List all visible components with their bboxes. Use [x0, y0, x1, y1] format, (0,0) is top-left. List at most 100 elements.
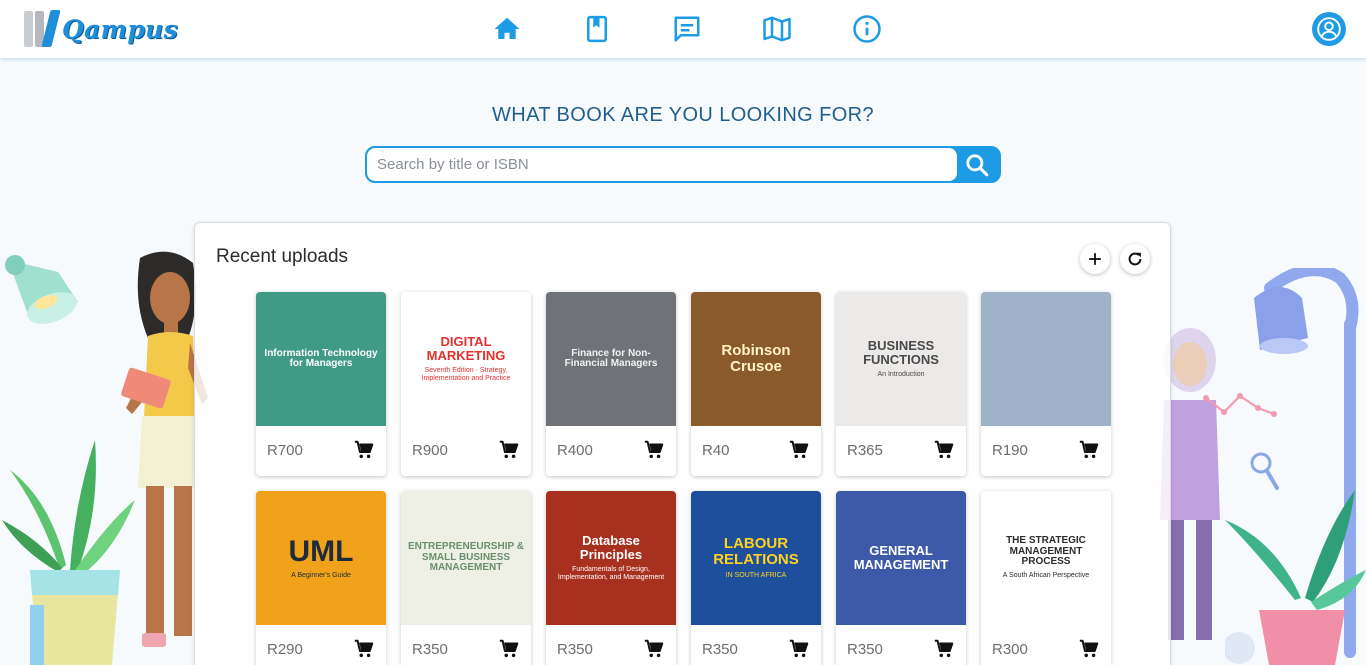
- book-cover-title: UML: [288, 535, 354, 569]
- book-cover-subtitle: A South African Perspective: [1002, 571, 1090, 579]
- book-card-footer: R350: [401, 625, 531, 665]
- add-to-cart-button[interactable]: [1078, 439, 1100, 461]
- book-cover-image[interactable]: GENERAL MANAGEMENT: [836, 491, 966, 625]
- add-to-cart-button[interactable]: [353, 439, 375, 461]
- cart-icon: [934, 639, 954, 658]
- book-cover-title: LABOUR RELATIONS: [713, 535, 799, 568]
- book-card[interactable]: UML A Beginner's Guide R290: [256, 491, 386, 665]
- book-card[interactable]: Finance for Non-Financial Managers R400: [546, 292, 676, 476]
- book-cover-image[interactable]: ENTREPRENEURSHIP & SMALL BUSINESS MANAGE…: [401, 491, 531, 625]
- book-cover-image[interactable]: THE STRATEGIC MANAGEMENT PROCESS A South …: [981, 491, 1111, 625]
- book-price: R400: [557, 442, 593, 459]
- message-icon: [674, 16, 700, 42]
- book-price: R190: [992, 442, 1028, 459]
- book-cover-title: Robinson Crusoe: [721, 342, 791, 375]
- book-card[interactable]: Database Principles Fundamentals of Desig…: [546, 491, 676, 665]
- book-card[interactable]: R190: [981, 292, 1111, 476]
- book-cover-title: BUSINESS FUNCTIONS: [863, 338, 939, 367]
- book-cover-image[interactable]: Finance for Non-Financial Managers: [546, 292, 676, 426]
- plus-icon: [1089, 253, 1101, 265]
- book-card[interactable]: Information Technology for Managers R700: [256, 292, 386, 476]
- profile-button[interactable]: [1312, 12, 1346, 46]
- nav-books-button[interactable]: [580, 12, 614, 46]
- book-cover-image[interactable]: BUSINESS FUNCTIONS An Introduction: [836, 292, 966, 426]
- book-card[interactable]: Robinson Crusoe R40: [691, 292, 821, 476]
- search-heading: WHAT BOOK ARE YOU LOOKING FOR?: [491, 104, 875, 126]
- cart-icon: [789, 440, 809, 459]
- nav-about-button[interactable]: [850, 12, 884, 46]
- book-card-footer: R350: [546, 625, 676, 665]
- book-card[interactable]: DIGITAL MARKETING Seventh Edition · Strat…: [401, 292, 531, 476]
- book-price: R700: [267, 442, 303, 459]
- book-price: R350: [412, 641, 448, 658]
- search-input[interactable]: [367, 148, 957, 181]
- book-price: R350: [557, 641, 593, 658]
- book-cover-image[interactable]: Database Principles Fundamentals of Desig…: [546, 491, 676, 625]
- bookmark-book-icon: [587, 15, 607, 43]
- book-cover-subtitle: An Introduction: [877, 370, 925, 378]
- book-cover-image[interactable]: Robinson Crusoe: [691, 292, 821, 426]
- cart-icon: [354, 639, 374, 658]
- book-cover-title: Information Technology for Managers: [264, 347, 378, 369]
- info-icon: [853, 15, 881, 43]
- book-cover-image[interactable]: UML A Beginner's Guide: [256, 491, 386, 625]
- cart-icon: [1079, 440, 1099, 459]
- nav-messages-button[interactable]: [670, 12, 704, 46]
- book-card[interactable]: THE STRATEGIC MANAGEMENT PROCESS A South …: [981, 491, 1111, 665]
- book-price: R365: [847, 442, 883, 459]
- add-to-cart-button[interactable]: [353, 638, 375, 660]
- book-cover-image[interactable]: LABOUR RELATIONS IN SOUTH AFRICA: [691, 491, 821, 625]
- book-price: R350: [702, 641, 738, 658]
- add-to-cart-button[interactable]: [498, 638, 520, 660]
- book-price: R40: [702, 442, 730, 459]
- add-to-cart-button[interactable]: [643, 638, 665, 660]
- book-card-footer: R350: [836, 625, 966, 665]
- add-to-cart-button[interactable]: [643, 439, 665, 461]
- book-card[interactable]: BUSINESS FUNCTIONS An Introduction R365: [836, 292, 966, 476]
- add-to-cart-button[interactable]: [933, 439, 955, 461]
- book-card-footer: R290: [256, 625, 386, 665]
- potted-plant-right-illustration: [1225, 490, 1366, 665]
- cart-icon: [1079, 639, 1099, 658]
- recent-uploads-panel: Recent uploads Information Technology fo…: [194, 222, 1171, 665]
- line-chart-decoration-icon: [1203, 393, 1277, 417]
- book-cover-title: DIGITAL MARKETING: [426, 334, 506, 363]
- cart-icon: [934, 440, 954, 459]
- book-card[interactable]: ENTREPRENEURSHIP & SMALL BUSINESS MANAGE…: [401, 491, 531, 665]
- refresh-button[interactable]: [1120, 244, 1150, 274]
- nav-map-button[interactable]: [760, 12, 794, 46]
- recent-uploads-title: Recent uploads: [216, 246, 349, 267]
- add-to-cart-button[interactable]: [788, 638, 810, 660]
- book-card[interactable]: LABOUR RELATIONS IN SOUTH AFRICA R350: [691, 491, 821, 665]
- book-cover-subtitle: IN SOUTH AFRICA: [725, 571, 787, 579]
- search-bar: [365, 146, 1001, 183]
- cart-icon: [789, 639, 809, 658]
- cart-icon: [499, 440, 519, 459]
- search-button[interactable]: [955, 148, 999, 181]
- book-cover-image[interactable]: DIGITAL MARKETING Seventh Edition · Strat…: [401, 292, 531, 426]
- top-navbar: Qampus: [0, 0, 1366, 58]
- book-card-footer: R350: [691, 625, 821, 665]
- book-card-footer: R365: [836, 426, 966, 476]
- book-price: R900: [412, 442, 448, 459]
- book-cover-subtitle: Fundamentals of Design, Implementation, …: [557, 565, 665, 581]
- book-cover-title: Finance for Non-Financial Managers: [564, 347, 658, 369]
- add-to-cart-button[interactable]: [1078, 638, 1100, 660]
- book-cover-image[interactable]: Information Technology for Managers: [256, 292, 386, 426]
- add-to-cart-button[interactable]: [933, 638, 955, 660]
- book-price: R350: [847, 641, 883, 658]
- add-to-cart-button[interactable]: [788, 439, 810, 461]
- book-card[interactable]: GENERAL MANAGEMENT R350: [836, 491, 966, 665]
- add-book-button[interactable]: [1080, 244, 1110, 274]
- book-card-footer: R300: [981, 625, 1111, 665]
- book-price: R300: [992, 641, 1028, 658]
- book-cover-title: THE STRATEGIC MANAGEMENT PROCESS: [1006, 535, 1086, 568]
- book-card-footer: R900: [401, 426, 531, 476]
- refresh-icon: [1128, 252, 1142, 266]
- nav-home-button[interactable]: [490, 12, 524, 46]
- map-icon: [763, 16, 791, 42]
- book-cover-image[interactable]: [981, 292, 1111, 426]
- book-cover-subtitle: Seventh Edition · Strategy, Implementati…: [421, 366, 511, 382]
- main-nav: [0, 12, 1366, 46]
- add-to-cart-button[interactable]: [498, 439, 520, 461]
